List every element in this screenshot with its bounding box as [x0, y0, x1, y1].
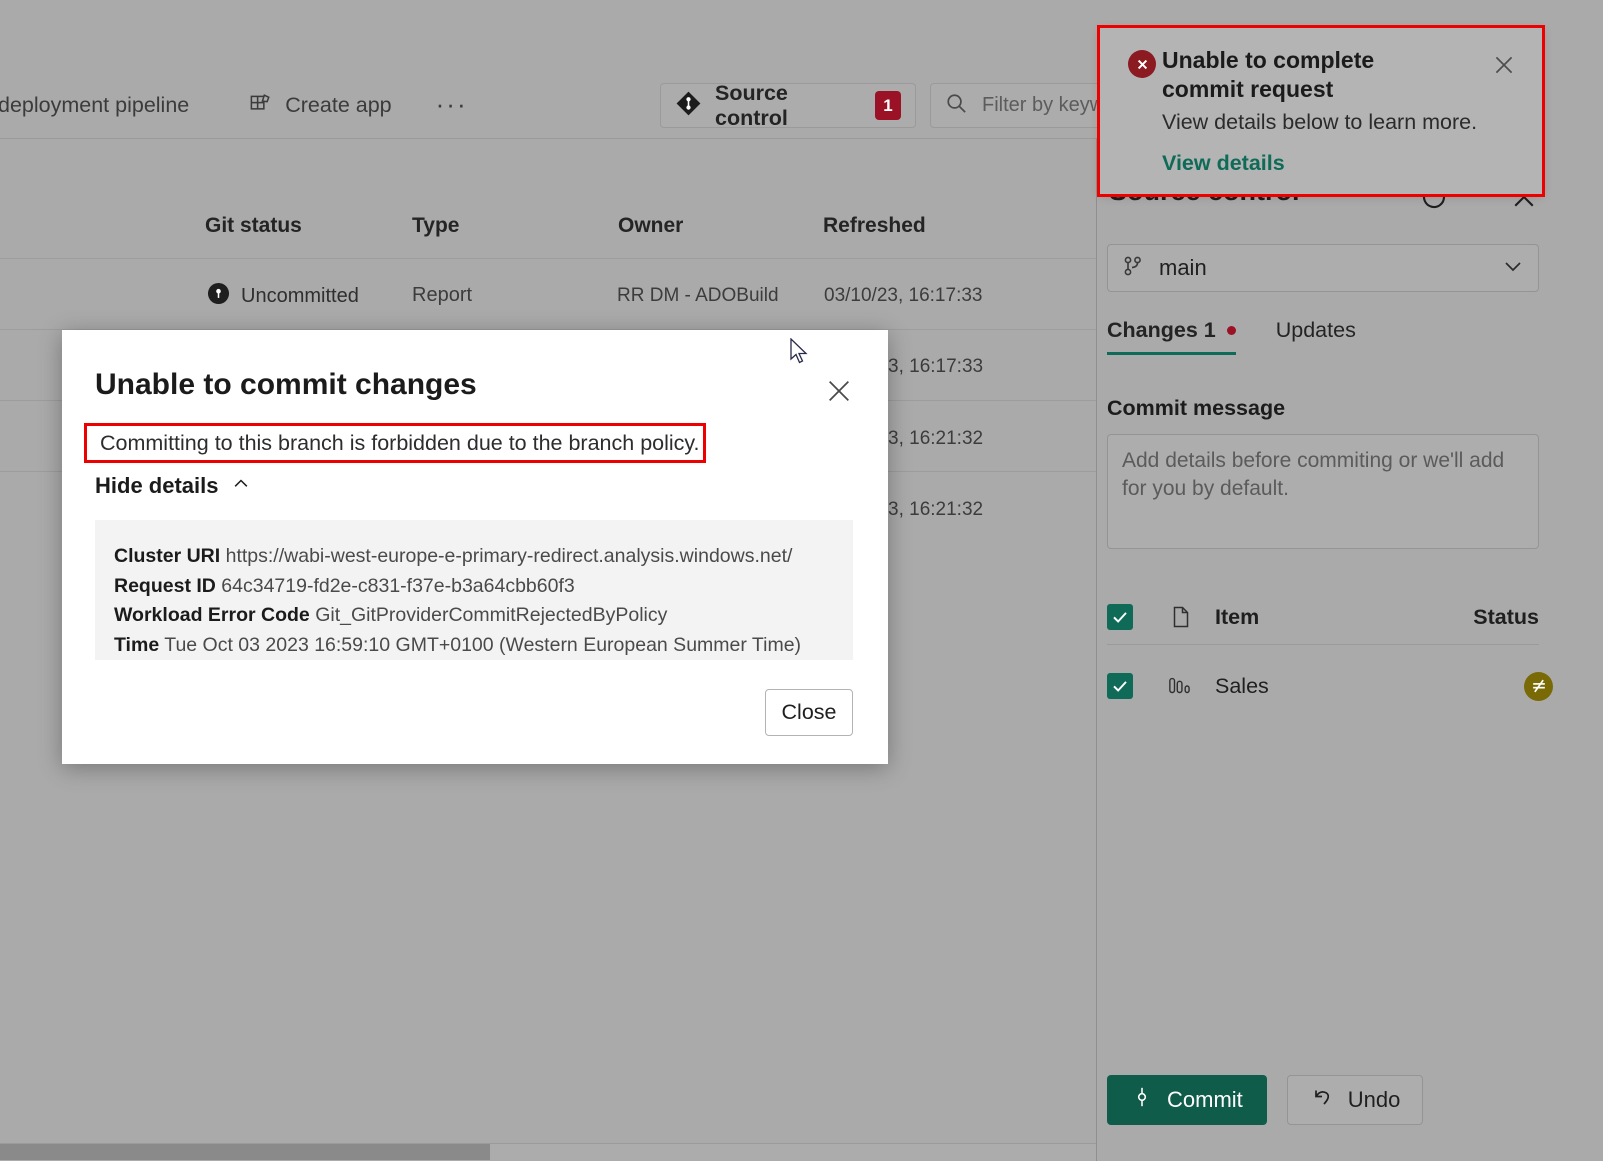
- conflict-status-icon[interactable]: [1524, 672, 1553, 701]
- deployment-pipeline-label: deployment pipeline: [0, 93, 189, 118]
- select-all-checkbox[interactable]: [1107, 604, 1133, 630]
- branch-selector[interactable]: main: [1107, 244, 1539, 292]
- undo-button[interactable]: Undo: [1287, 1075, 1424, 1125]
- table-row[interactable]: Uncommitted: [207, 282, 359, 310]
- commit-icon: [1131, 1085, 1153, 1115]
- search-icon: [945, 92, 968, 120]
- item-checkbox[interactable]: [1107, 673, 1133, 699]
- items-list-header: Item Status: [1107, 590, 1539, 645]
- dialog-message-highlight: Committing to this branch is forbidden d…: [84, 423, 706, 463]
- report-icon: [1166, 675, 1196, 697]
- unable-to-commit-dialog: Unable to commit changes Committing to t…: [62, 330, 888, 764]
- column-header-status: Status: [1473, 605, 1539, 630]
- commit-message-label: Commit message: [1107, 396, 1285, 421]
- dialog-title: Unable to commit changes: [95, 368, 477, 402]
- file-icon: [1166, 605, 1196, 629]
- chevron-down-icon: [1501, 254, 1525, 283]
- column-header-git-status: Git status: [205, 214, 302, 238]
- items-table-header: Git status Type Owner Refreshed: [0, 200, 1096, 258]
- table-header-separator: [0, 258, 1096, 259]
- detail-workload-error-code: Workload Error Code Git_GitProviderCommi…: [114, 601, 833, 631]
- source-control-label: Source control: [715, 81, 861, 131]
- detail-value: 64c34719-fd2e-c831-f37e-b3a64cbb60f3: [221, 575, 574, 597]
- toolbar-divider: [0, 138, 1096, 139]
- commit-message-input[interactable]: Add details before commiting or we'll ad…: [1107, 434, 1539, 549]
- detail-cluster-uri: Cluster URI https://wabi-west-europe-e-p…: [114, 542, 833, 572]
- dialog-message: Committing to this branch is forbidden d…: [100, 431, 700, 456]
- refreshed-value-partial: 3, 16:21:32: [888, 499, 983, 521]
- detail-request-id: Request ID 64c34719-fd2e-c831-f37e-b3a64…: [114, 572, 833, 602]
- panel-footer: Commit Undo: [1107, 1075, 1423, 1125]
- branch-name: main: [1159, 255, 1207, 281]
- git-icon: [675, 90, 702, 122]
- toolbar-more-options-button[interactable]: ···: [426, 97, 478, 113]
- toast-highlight-outline: [1097, 25, 1545, 197]
- changes-dot-indicator: [1227, 326, 1236, 335]
- refreshed-value: 03/10/23, 16:17:33: [824, 285, 982, 307]
- uncommitted-icon: [207, 282, 230, 310]
- tab-changes[interactable]: Changes 1: [1107, 318, 1236, 363]
- undo-button-label: Undo: [1348, 1087, 1401, 1113]
- tab-updates[interactable]: Updates: [1276, 318, 1356, 363]
- refreshed-value-partial: 3, 16:17:33: [888, 356, 983, 378]
- column-header-owner: Owner: [618, 214, 683, 238]
- source-control-count-badge: 1: [875, 91, 901, 120]
- list-item[interactable]: Sales: [1107, 660, 1539, 712]
- owner-value: RR DM - ADOBuild: [617, 285, 779, 307]
- item-name: Sales: [1215, 674, 1269, 699]
- toolbar-item-create-app[interactable]: Create app: [239, 93, 401, 118]
- create-app-label: Create app: [285, 93, 391, 118]
- dialog-close-icon[interactable]: [822, 374, 856, 408]
- detail-value: Git_GitProviderCommitRejectedByPolicy: [315, 604, 667, 626]
- detail-label: Workload Error Code: [114, 604, 310, 626]
- dialog-details-panel: Cluster URI https://wabi-west-europe-e-p…: [95, 520, 853, 660]
- toggle-details-button[interactable]: Hide details: [95, 473, 251, 499]
- column-header-type: Type: [412, 214, 459, 238]
- horizontal-scrollbar-track[interactable]: [0, 1143, 1096, 1161]
- detail-value: Tue Oct 03 2023 16:59:10 GMT+0100 (Weste…: [164, 634, 801, 656]
- detail-label: Request ID: [114, 575, 216, 597]
- tab-updates-label: Updates: [1276, 318, 1356, 343]
- detail-label: Cluster URI: [114, 545, 220, 567]
- detail-value: https://wabi-west-europe-e-primary-redir…: [226, 545, 793, 567]
- commit-button[interactable]: Commit: [1107, 1075, 1267, 1125]
- dialog-close-button[interactable]: Close: [765, 689, 853, 736]
- column-header-item: Item: [1215, 605, 1259, 630]
- source-control-button[interactable]: Source control 1: [660, 83, 916, 128]
- more-options-icon: ···: [436, 97, 468, 113]
- toolbar-item-deployment-pipeline[interactable]: deployment pipeline: [0, 93, 199, 118]
- branch-icon: [1121, 254, 1145, 283]
- undo-icon: [1310, 1085, 1334, 1115]
- source-control-panel: Source control: [1097, 138, 1603, 1161]
- commit-message-placeholder: Add details before commiting or we'll ad…: [1122, 447, 1524, 504]
- column-header-refreshed: Refreshed: [823, 214, 926, 238]
- git-status-value: Uncommitted: [241, 285, 359, 308]
- refreshed-value-partial: 3, 16:21:32: [888, 428, 983, 450]
- panel-tabs: Changes 1 Updates: [1107, 318, 1356, 363]
- detail-time: Time Tue Oct 03 2023 16:59:10 GMT+0100 (…: [114, 631, 833, 661]
- screen-root: deployment pipeline Create app ···: [0, 0, 1603, 1161]
- tab-changes-label: Changes 1: [1107, 318, 1216, 343]
- horizontal-scrollbar-thumb[interactable]: [0, 1144, 490, 1160]
- chevron-up-icon: [231, 473, 251, 499]
- commit-button-label: Commit: [1167, 1087, 1243, 1113]
- toggle-details-label: Hide details: [95, 473, 218, 499]
- create-app-icon: [249, 94, 272, 117]
- type-value: Report: [412, 284, 472, 307]
- detail-label: Time: [114, 634, 159, 656]
